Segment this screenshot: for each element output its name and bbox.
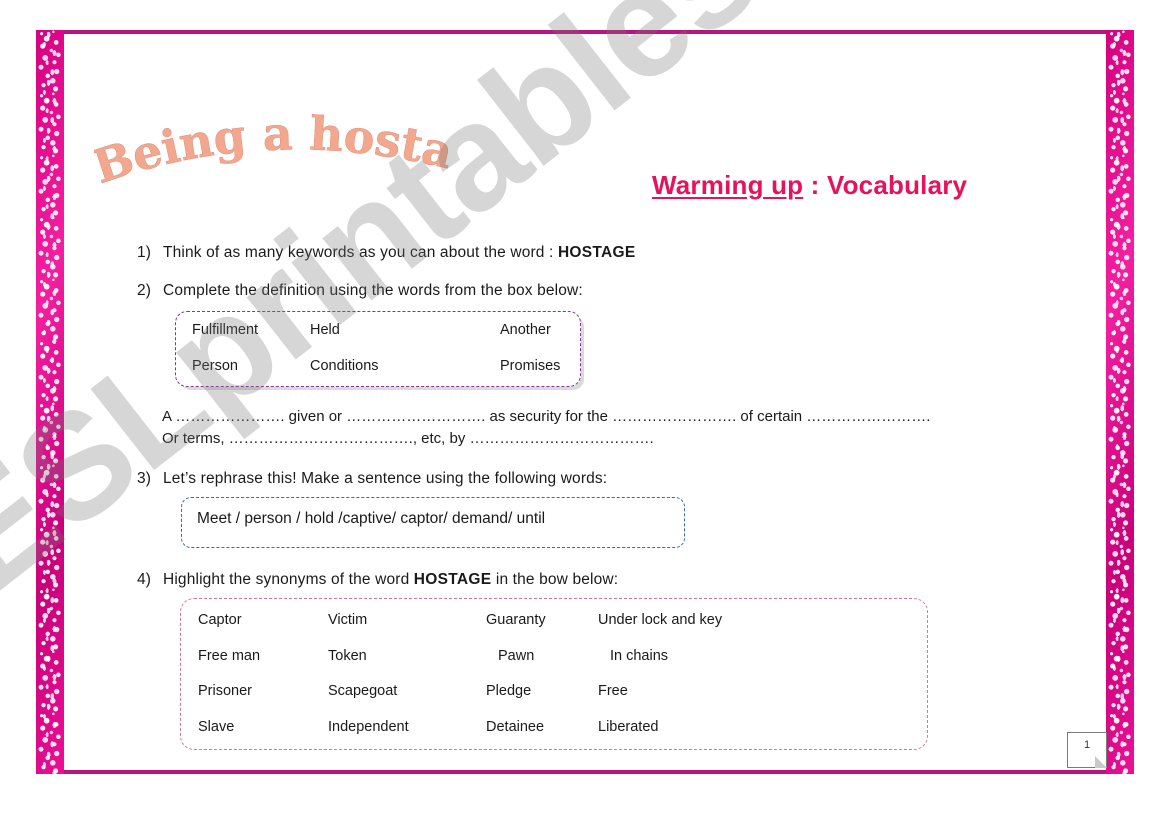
word-bank-box: Fulfillment Held Another Person Conditio… [175,311,581,387]
synonym-word[interactable]: Detainee [486,719,598,735]
definition-line-1[interactable]: A …………………. given or ………………………. as securi… [162,406,1062,428]
synonym-word[interactable]: Slave [181,719,328,735]
page-number-value: 1 [1083,739,1091,751]
synonym-word[interactable]: Liberated [598,719,658,735]
word-bank-word[interactable]: Another [500,322,551,338]
decorative-floral-border-left [36,30,64,774]
section-heading-warming-up: Warming up : Vocabulary [652,170,967,201]
heading-underlined-text: Warming up [652,170,804,200]
synonym-word[interactable]: Pledge [486,683,598,699]
synonyms-row: Captor Victim Guaranty Under lock and ke… [181,612,927,628]
rephrase-words-text[interactable]: Meet / person / hold /captive/ captor/ d… [197,510,545,528]
exercise-4-text-after: in the bow below: [491,571,619,588]
word-bank-row: Person Conditions Promises [176,358,580,374]
rephrase-words-box: Meet / person / hold /captive/ captor/ d… [181,497,685,548]
synonym-word[interactable]: Captor [181,612,328,628]
worksheet-content: Being a hostage... Being a hostage... Be… [64,34,1107,770]
synonyms-box: Captor Victim Guaranty Under lock and ke… [180,598,928,750]
exercise-4-keyword: HOSTAGE [413,571,492,588]
definition-fill-in-lines: A …………………. given or ………………………. as securi… [162,406,1062,450]
word-bank-word[interactable]: Held [310,322,500,338]
synonym-word[interactable]: Scapegoat [328,683,486,699]
synonym-word[interactable]: Pawn [486,648,610,664]
word-bank-word[interactable]: Promises [500,358,560,374]
exercise-4-number: 4) [137,571,152,588]
synonym-word[interactable]: Guaranty [486,612,598,628]
synonym-word[interactable]: Victim [328,612,486,628]
exercise-1: 1) Think of as many keywords as you can a… [137,244,636,262]
exercise-2-number: 2) [137,282,152,299]
page-number-tab: 1 [1067,732,1107,768]
exercise-2: 2) Complete the definition using the word… [137,282,583,300]
page-frame-bottom-rule [36,770,1134,774]
exercise-1-keyword: HOSTAGE [557,244,636,261]
synonym-word[interactable]: Free [598,683,628,699]
exercise-1-text: Think of as many keywords as you can abo… [163,244,558,261]
word-bank-row: Fulfillment Held Another [176,322,580,338]
page-corner-fold-icon [1095,756,1107,768]
svg-text:Being a hostage...: Being a hostage... [94,106,458,194]
exercise-4: 4) Highlight the synonyms of the word HOS… [137,571,618,589]
word-bank-word[interactable]: Conditions [310,358,500,374]
exercise-1-number: 1) [137,244,152,261]
synonyms-row: Free man Token Pawn In chains [181,648,927,664]
synonym-word[interactable]: Independent [328,719,486,735]
word-bank-word[interactable]: Fulfillment [176,322,310,338]
synonym-word[interactable]: Token [328,648,486,664]
exercise-4-text-before: Highlight the synonyms of the word [163,571,414,588]
worksheet-page: Being a hostage... Being a hostage... Be… [0,0,1169,821]
heading-separator: : [803,170,827,200]
exercise-2-text: Complete the definition using the words … [163,282,583,299]
decorative-floral-border-right [1106,30,1134,774]
synonym-word[interactable]: Free man [181,648,328,664]
word-bank-word[interactable]: Person [176,358,310,374]
synonym-word[interactable]: Prisoner [181,683,328,699]
synonyms-row: Slave Independent Detainee Liberated [181,719,927,735]
title-wordart-being-a-hostage: Being a hostage... Being a hostage... Be… [94,106,494,206]
synonym-word[interactable]: Under lock and key [598,612,722,628]
synonym-word[interactable]: In chains [610,648,668,664]
synonyms-row: Prisoner Scapegoat Pledge Free [181,683,927,699]
heading-rest-text: Vocabulary [826,170,968,200]
exercise-3: 3) Let’s rephrase this! Make a sentence u… [137,470,607,488]
exercise-3-text: Let’s rephrase this! Make a sentence usi… [163,470,608,487]
exercise-3-number: 3) [137,470,152,487]
definition-line-2[interactable]: Or terms, ………………………………., etc, by …………………… [162,428,1062,450]
